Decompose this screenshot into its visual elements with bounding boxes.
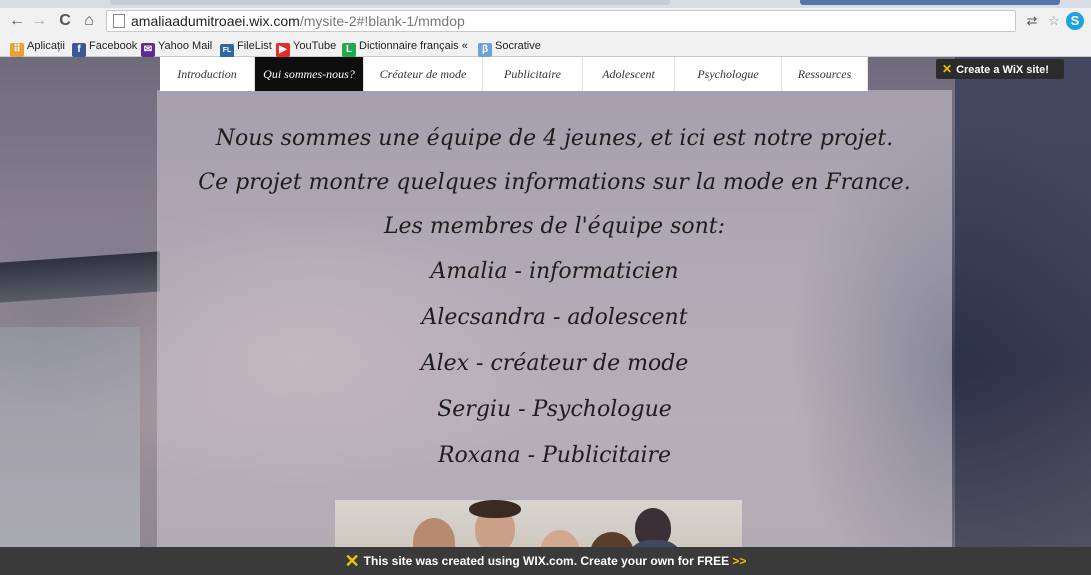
create-wix-site-button[interactable]: ✕ Create a WiX site! — [936, 59, 1064, 79]
url-path: /mysite-2#!blank-1/mmdop — [299, 13, 465, 29]
address-bar-row: ← → C ⌂ amaliaadumitroaei.wix.com/mysite… — [0, 8, 1091, 35]
wix-footer-banner[interactable]: ✕ This site was created using WIX.com. Cr… — [0, 547, 1091, 575]
skype-icon[interactable]: S — [1066, 12, 1084, 30]
menu-item-psychologue[interactable]: Psychologue — [675, 57, 782, 91]
bookmarks-bar: ⠿ Aplicații f Facebook ✉ Yahoo Mail FL FileL… — [0, 35, 1091, 58]
bookmark-label: FileList — [237, 40, 272, 52]
background-person — [955, 57, 1091, 575]
bookmark-label: Aplicații — [27, 40, 65, 52]
facebook-icon: f — [72, 43, 86, 57]
translate-icon[interactable]: ⇄ — [1022, 11, 1042, 31]
yahoo-mail-icon: ✉ — [141, 43, 155, 57]
bookmark-label: Yahoo Mail — [158, 40, 213, 52]
url-input[interactable]: amaliaadumitroaei.wix.com/mysite-2#!blan… — [106, 10, 1016, 32]
filelist-icon: FL — [220, 44, 234, 58]
member-item: Amalia - informaticien — [430, 259, 679, 284]
bookmark-star-icon[interactable]: ☆ — [1044, 11, 1064, 31]
youtube-icon: ▶ — [276, 43, 290, 57]
bookmark-socrative[interactable]: β Socrative — [478, 38, 541, 57]
bookmark-label: Facebook — [89, 40, 138, 52]
member-item: Alecsandra - adolescent — [421, 305, 688, 330]
menu-item-introduction[interactable]: Introduction — [160, 57, 255, 91]
url-host: amaliaadumitroaei.wix.com — [131, 13, 300, 29]
reload-button[interactable]: C — [56, 11, 74, 31]
menu-item-createur-de-mode[interactable]: Créateur de mode — [364, 57, 483, 91]
create-wix-site-label: Create a WiX site! — [956, 64, 1049, 76]
menu-item-qui-sommes-nous[interactable]: Qui sommes-nous? — [255, 57, 364, 91]
wix-footer-arrows: >> — [732, 554, 747, 568]
tab-edge-right — [800, 0, 1060, 5]
member-item: Roxana - Publicitaire — [437, 443, 672, 468]
menu-item-ressources[interactable]: Ressources — [782, 57, 868, 91]
bookmark-dictionnaire[interactable]: L Dictionnaire français « — [342, 38, 468, 57]
intro-line: Nous sommes une équipe de 4 jeunes, et i… — [215, 126, 894, 151]
bookmark-label: Dictionnaire français « — [359, 40, 468, 52]
bookmark-apps[interactable]: ⠿ Aplicații — [10, 38, 65, 57]
intro-text: Nous sommes une équipe de 4 jeunes, et i… — [157, 117, 952, 479]
page-viewport: Introduction Qui sommes-nous? Créateur d… — [0, 57, 1091, 575]
back-button[interactable]: ← — [8, 11, 26, 31]
page-icon — [113, 14, 125, 28]
bookmark-label: Socrative — [495, 40, 541, 52]
menu-item-publicitaire[interactable]: Publicitaire — [483, 57, 583, 91]
intro-line: Ce projet montre quelques informations s… — [198, 170, 911, 195]
background-keyboard — [0, 251, 160, 303]
wix-logo-icon: ✕ — [942, 62, 953, 76]
home-button[interactable]: ⌂ — [80, 11, 98, 31]
intro-line: Les membres de l'équipe sont: — [383, 214, 726, 239]
bookmark-youtube[interactable]: ▶ YouTube — [276, 38, 337, 57]
photo-figure — [469, 500, 521, 518]
dictionary-icon: L — [342, 43, 356, 57]
tab-strip — [0, 0, 1091, 8]
bookmark-label: YouTube — [293, 40, 337, 52]
site-menu: Introduction Qui sommes-nous? Créateur d… — [160, 57, 868, 91]
apps-grid-icon: ⠿ — [10, 43, 24, 57]
wix-logo-icon: ✕ — [344, 551, 360, 571]
socrative-icon: β — [478, 43, 492, 57]
forward-button[interactable]: → — [30, 11, 48, 31]
bookmark-facebook[interactable]: f Facebook — [72, 38, 138, 57]
menu-item-adolescent[interactable]: Adolescent — [583, 57, 675, 91]
member-item: Alex - créateur de mode — [420, 351, 689, 376]
bookmark-filelist[interactable]: FL FileList — [220, 38, 272, 58]
bookmark-yahoo-mail[interactable]: ✉ Yahoo Mail — [141, 38, 213, 57]
background-laptop — [0, 327, 140, 575]
wix-footer-text: This site was created using WIX.com. Cre… — [363, 554, 730, 568]
member-item: Sergiu - Psychologue — [437, 397, 672, 422]
tab-edge-left — [110, 0, 670, 5]
